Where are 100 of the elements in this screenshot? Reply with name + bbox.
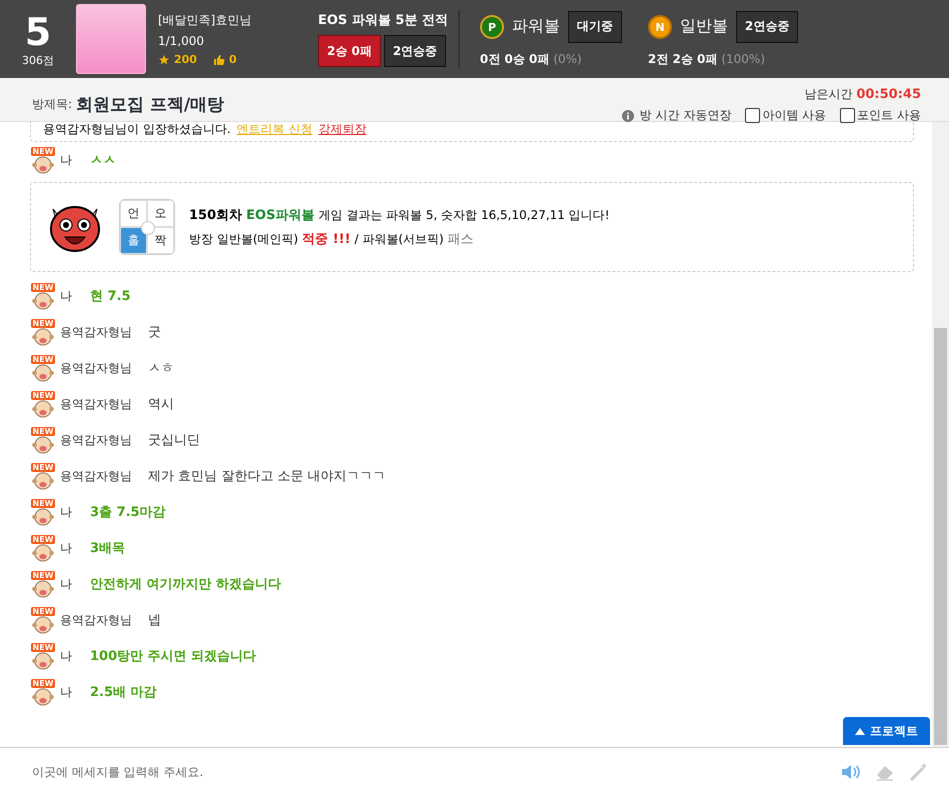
baby-face-icon [31,544,55,562]
baby-face-icon [31,472,55,490]
sender-name: 용역감자형님 [60,324,133,340]
stars-count: 200 [174,53,197,66]
auto-extend-label: 방 시간 자동연장 [640,107,732,124]
baby-face-icon [31,580,55,598]
odd-even-cell: 홀 [120,227,147,254]
message-text: 3출 7.5마감 [90,504,166,521]
message-text: ㅅㅎ [148,360,174,377]
sender-name: 나 [60,648,73,664]
new-badge: NEW [30,570,56,580]
likes-count: 0 [228,53,237,66]
notice-link[interactable]: 강제퇴장 [318,122,366,138]
info-icon [622,110,634,122]
magic-wand-icon[interactable] [909,762,929,780]
scrollbar-thumb[interactable] [934,328,947,745]
sender-name: 나 [60,152,73,168]
new-badge: NEW [30,354,56,364]
new-badge: NEW [30,534,56,544]
odd-even-cell: 오 [147,200,174,227]
thumbs-up-icon [212,54,225,66]
message-text: 제가 효민님 잘한다고 소문 내야지ㄱㄱㄱ [148,468,386,485]
new-badge: NEW [30,146,56,156]
caret-up-icon [855,728,865,734]
option-checkbox[interactable] [840,108,856,123]
host-pick: 방장 일반볼(메인픽) [189,230,298,248]
new-badge: NEW [30,318,56,328]
option-label: 아이템 사용 [762,107,826,124]
coin-icon: N [648,14,672,38]
option-label: 포인트 사용 [857,107,921,124]
result-text: 게임 결과는 파워볼 5, 숫자합 16,5,10,27,11 입니다! [318,206,610,224]
sender-name: 나 [60,288,73,304]
profile-avatar [76,4,146,74]
speaker-icon[interactable] [841,762,861,780]
new-badge: NEW [30,606,56,616]
scrollbar[interactable] [932,122,949,747]
rank-number: 5 [24,10,52,52]
message-text: 3배목 [90,540,126,557]
room-title: 회원모집 프젝/매탕 [76,94,224,116]
sender-name: 나 [60,684,73,700]
baby-face-icon [31,292,55,310]
star-icon [158,54,170,66]
pass-label: 패스 [448,231,474,248]
remaining-label: 남은시간 [804,86,852,103]
message-text: 현 7.5 [90,288,131,305]
sender-name: 용역감자형님 [60,360,133,376]
profile-name: [배달민족]효민님 [158,12,252,29]
score-text: 306점 [22,52,54,68]
sub-pick: / 파워볼(서브픽) [354,230,444,248]
baby-face-icon [31,156,55,174]
odd-even-cell: 언 [120,200,147,227]
new-badge: NEW [30,678,56,688]
profile-record: 1/1,000 [158,34,206,48]
ball-percent: (0%) [553,52,582,66]
sender-name: 나 [60,504,73,520]
message-text: 안전하게 여기까지만 하겠습니다 [90,576,282,593]
sender-name: 용역감자형님 [60,432,133,448]
ball-label: 파워볼 [512,16,560,37]
odd-even-cell: 짝 [147,227,174,254]
baby-face-icon [31,616,55,634]
new-badge: NEW [30,462,56,472]
ball-label: 일반볼 [680,16,728,37]
baby-face-icon [31,436,55,454]
message-text: 굿 [148,324,161,341]
option-checkbox[interactable] [745,108,760,123]
game-name: EOS파워볼 [246,207,314,224]
notice-text: 용역감자형님님이 입장하셨습니다. [43,122,231,138]
ball-summary: 0전 0승 0패 [480,50,550,68]
new-badge: NEW [30,642,56,652]
ball-percent: (100%) [721,52,765,66]
ball-summary: 2전 2승 0패 [648,50,718,68]
message-text: 역시 [148,396,174,413]
round-label: 150회차 [189,207,242,224]
eos-title: EOS 파워볼 5분 전적 [318,12,448,29]
win-loss-badge: 2승 0패 [318,35,381,67]
new-badge: NEW [30,390,56,400]
baby-face-icon [31,652,55,670]
baby-face-icon [31,508,55,526]
message-text: 100탕만 주시면 되겠습니다 [90,648,256,665]
sender-name: 용역감자형님 [60,396,133,412]
sender-name: 용역감자형님 [60,612,133,628]
baby-face-icon [31,364,55,382]
sender-name: 나 [60,576,73,592]
hit-label: 적중 !!! [302,231,350,248]
project-button[interactable]: 프로젝트 [843,717,930,745]
remaining-time: 00:50:45 [856,87,921,102]
message-text: 넵 [148,612,161,629]
new-badge: NEW [30,426,56,436]
baby-face-icon [31,328,55,346]
coin-icon: P [480,14,504,38]
baby-face-icon [31,400,55,418]
ball-status: 대기중 [568,10,622,42]
message-text: 굿십니딘 [148,432,200,449]
ball-status: 2연승중 [736,10,798,42]
message-text: 2.5배 마감 [90,684,157,701]
baby-face-icon [31,688,55,706]
streak-badge: 2연승중 [384,35,446,67]
title-label: 방제목: [32,96,72,113]
new-badge: NEW [30,498,56,508]
message-text: ㅅㅅ [90,152,116,169]
